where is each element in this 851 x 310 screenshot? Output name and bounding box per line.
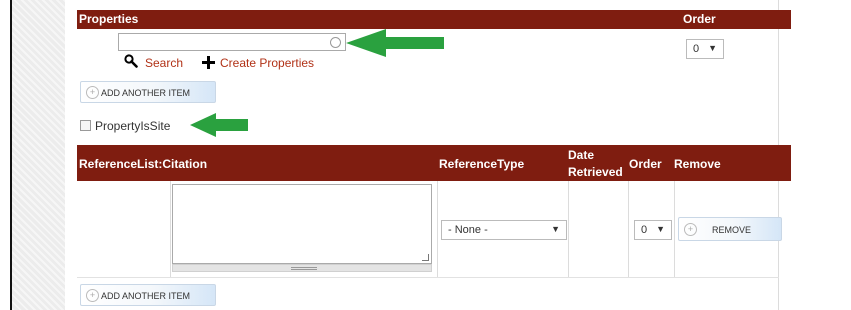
chevron-down-icon: ▼ xyxy=(551,224,560,234)
remove-column-header: Remove xyxy=(674,157,721,171)
row-divider xyxy=(170,181,171,278)
properties-order-value: 0 xyxy=(693,43,700,55)
date-retrieved-header-line1: Date xyxy=(568,148,595,162)
properties-add-another-label: ADD ANOTHER ITEM xyxy=(101,88,191,98)
grip-icon xyxy=(291,267,317,270)
spinner-icon xyxy=(330,37,341,48)
row-divider xyxy=(628,181,629,278)
reference-add-another-label: ADD ANOTHER ITEM xyxy=(101,291,191,301)
citation-column-header: ReferenceList:Citation xyxy=(79,157,208,171)
search-icon xyxy=(124,54,138,68)
row-divider xyxy=(674,181,675,278)
reference-type-value: - None - xyxy=(448,224,488,236)
textarea-resize-handle[interactable] xyxy=(172,264,432,272)
row-divider xyxy=(568,181,569,278)
add-circle-icon: + xyxy=(86,86,99,99)
properties-header-label: Properties xyxy=(79,12,139,26)
order-column-header: Order xyxy=(629,157,662,171)
reference-add-another-button[interactable]: + ADD ANOTHER ITEM xyxy=(80,284,216,306)
add-circle-icon: + xyxy=(86,289,99,302)
properties-search-input[interactable] xyxy=(118,33,346,51)
row-bottom-border xyxy=(77,277,779,278)
properties-order-select[interactable]: 0 ▼ xyxy=(686,39,724,59)
window-left-border xyxy=(0,0,12,310)
properties-order-header: Order xyxy=(683,12,716,26)
remove-button-label: REMOVE xyxy=(712,225,752,235)
property-is-site-checkbox[interactable] xyxy=(80,120,91,131)
annotation-arrow-properties xyxy=(346,29,444,57)
properties-add-another-button[interactable]: + ADD ANOTHER ITEM xyxy=(80,81,216,103)
annotation-arrow-propertyissite xyxy=(190,113,248,137)
add-circle-icon: + xyxy=(684,223,697,236)
search-link[interactable]: Search xyxy=(145,56,183,70)
reference-order-select[interactable]: 0 ▼ xyxy=(634,220,672,240)
citation-textarea[interactable] xyxy=(172,184,432,264)
reference-type-select[interactable]: - None - ▼ xyxy=(441,220,567,240)
date-retrieved-header-line2: Retrieved xyxy=(568,165,623,179)
remove-button[interactable]: + REMOVE xyxy=(678,217,782,241)
page-side-pattern xyxy=(12,0,65,310)
create-properties-link[interactable]: Create Properties xyxy=(220,56,314,70)
chevron-down-icon: ▼ xyxy=(656,224,665,234)
reference-order-value: 0 xyxy=(641,224,648,236)
row-divider xyxy=(437,181,438,278)
chevron-down-icon: ▼ xyxy=(708,43,717,53)
property-is-site-label: PropertyIsSite xyxy=(95,119,171,133)
reference-type-column-header: ReferenceType xyxy=(439,157,525,171)
properties-header: Properties Order xyxy=(77,10,791,29)
plus-icon xyxy=(202,56,215,69)
reference-list-header: ReferenceList:Citation ReferenceType Dat… xyxy=(77,145,791,181)
